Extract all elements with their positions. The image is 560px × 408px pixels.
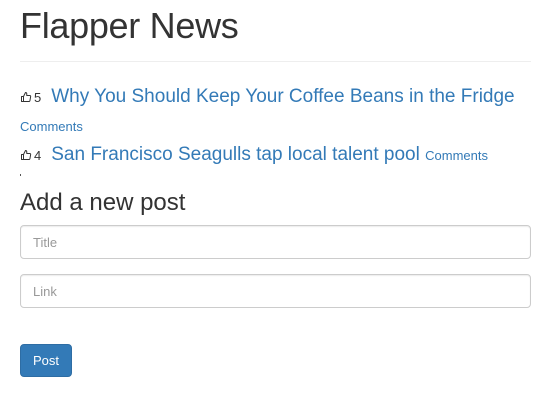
link-input[interactable]: [20, 274, 531, 308]
divider-mark: [20, 174, 21, 176]
comments-link[interactable]: Comments: [20, 119, 83, 134]
vote-count: 4: [34, 148, 42, 163]
page-title: Flapper News: [20, 5, 239, 46]
comments-link[interactable]: Comments: [425, 148, 488, 163]
vote-count: 5: [34, 90, 42, 105]
title-input[interactable]: [20, 225, 531, 259]
post-list: 5 Why You Should Keep Your Coffee Beans i…: [20, 83, 531, 170]
post-item: 4 San Francisco Seagulls tap local talent…: [20, 141, 531, 170]
post-item: 5 Why You Should Keep Your Coffee Beans i…: [20, 83, 531, 141]
post-title-link[interactable]: San Francisco Seagulls tap local talent …: [51, 144, 420, 165]
new-post-form: Add a new post Post: [20, 188, 531, 377]
page-header: Flapper News: [20, 4, 531, 62]
thumbs-up-icon[interactable]: [20, 83, 32, 111]
thumbs-up-icon[interactable]: [20, 141, 32, 169]
form-heading: Add a new post: [20, 189, 186, 216]
page-container: Flapper News 5 Why You Should Keep Your C…: [20, 0, 531, 377]
post-title-link[interactable]: Why You Should Keep Your Coffee Beans in…: [51, 86, 514, 107]
post-button[interactable]: Post: [20, 344, 73, 377]
